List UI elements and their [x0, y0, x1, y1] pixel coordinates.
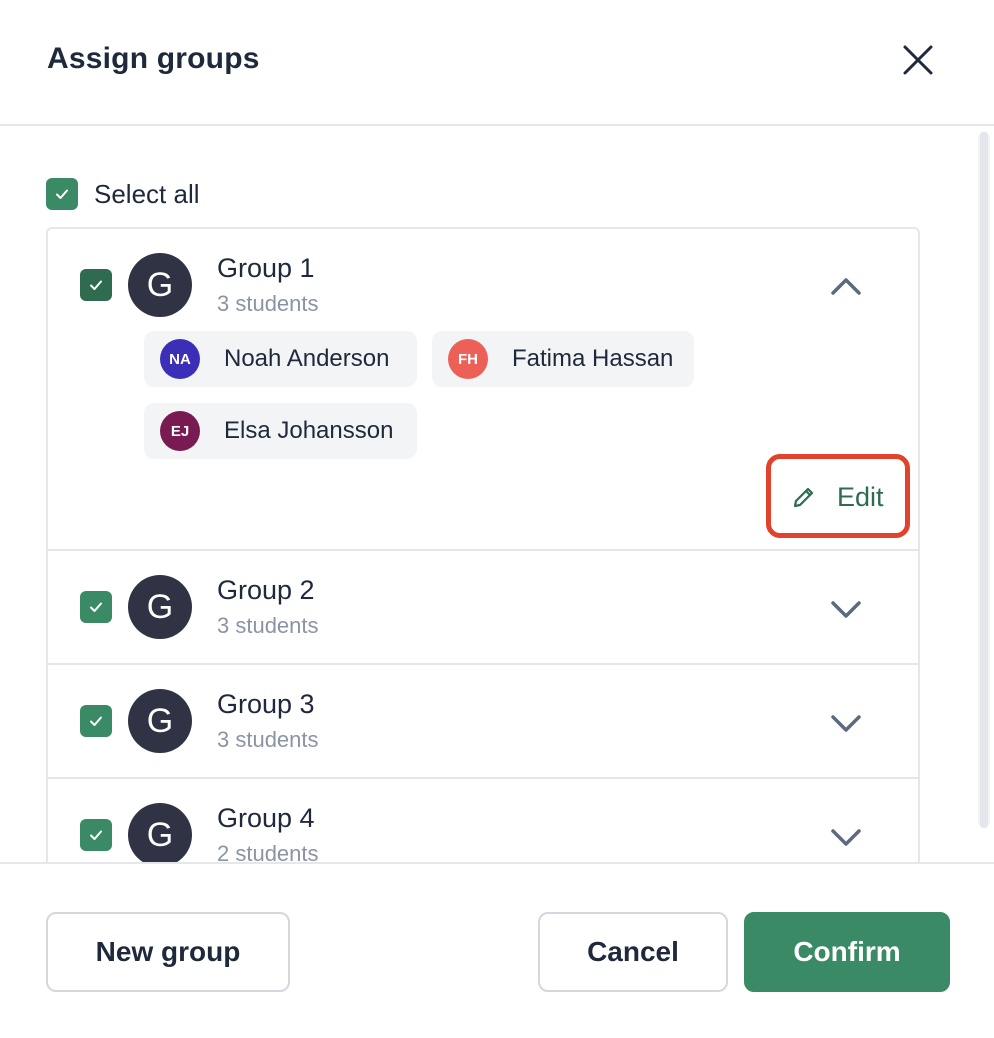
check-icon: [90, 830, 102, 840]
select-all-checkbox[interactable]: Select all: [46, 178, 200, 210]
scrollbar[interactable]: [978, 132, 990, 828]
chevron-down-icon: [831, 715, 861, 732]
scrollbar-thumb[interactable]: [980, 132, 988, 828]
group-name: Group 4: [217, 803, 315, 833]
expand-group-button[interactable]: [826, 817, 866, 857]
edit-highlight: Edit: [766, 454, 910, 538]
dialog-header: Assign groups: [0, 0, 994, 126]
select-all-label: Select all: [94, 178, 200, 209]
group-avatar: G: [128, 689, 192, 753]
group-student-count: 3 students: [217, 727, 319, 752]
student-avatar: NA: [160, 339, 200, 379]
dialog-title: Assign groups: [47, 42, 260, 75]
edit-label: Edit: [837, 481, 884, 512]
expand-group-button[interactable]: [826, 703, 866, 743]
group-student-count: 2 students: [217, 841, 319, 862]
edit-group-button[interactable]: Edit: [791, 479, 884, 515]
group-name: Group 2: [217, 575, 315, 605]
student-avatar: FH: [448, 339, 488, 379]
close-button[interactable]: [896, 38, 940, 82]
group-item: G Group 2 3 students: [48, 551, 918, 665]
new-group-button[interactable]: New group: [46, 912, 290, 992]
group-checkbox[interactable]: [80, 819, 112, 851]
chevron-down-icon: [831, 601, 861, 618]
dialog-body: Select all G Group 1 3 students NA Noah …: [0, 126, 994, 862]
pencil-icon: [793, 487, 814, 508]
student-chip: FH Fatima Hassan: [432, 331, 694, 387]
student-chip: NA Noah Anderson: [144, 331, 417, 387]
dialog-footer: New group Cancel Confirm: [0, 862, 994, 1038]
group-avatar: G: [128, 575, 192, 639]
student-name: Elsa Johansson: [224, 417, 394, 444]
group-item: G Group 1 3 students NA Noah Anderson FH…: [48, 229, 918, 551]
check-icon: [90, 716, 102, 726]
close-icon: [903, 45, 933, 75]
student-name: Fatima Hassan: [512, 345, 674, 372]
group-item: G Group 3 3 students: [48, 665, 918, 779]
group-list: G Group 1 3 students NA Noah Anderson FH…: [46, 227, 920, 862]
check-icon: [90, 602, 102, 612]
student-avatar: EJ: [160, 411, 200, 451]
chevron-up-icon: [831, 278, 861, 295]
group-avatar: G: [128, 253, 192, 317]
group-avatar: G: [128, 803, 192, 862]
group-student-count: 3 students: [217, 613, 319, 638]
student-chip: EJ Elsa Johansson: [144, 403, 417, 459]
collapse-group-button[interactable]: [826, 267, 866, 307]
group-student-count: 3 students: [217, 291, 319, 316]
group-checkbox[interactable]: [80, 705, 112, 737]
student-name: Noah Anderson: [224, 345, 390, 372]
chevron-down-icon: [831, 829, 861, 846]
confirm-button[interactable]: Confirm: [744, 912, 950, 992]
select-all-check[interactable]: [46, 178, 78, 210]
cancel-button[interactable]: Cancel: [538, 912, 728, 992]
group-name: Group 1: [217, 253, 315, 283]
group-checkbox[interactable]: [80, 269, 112, 301]
group-item: G Group 4 2 students: [48, 779, 918, 862]
assign-groups-dialog: Assign groups Select all G Group 1 3 stu…: [0, 0, 994, 1038]
check-icon: [90, 280, 102, 290]
check-icon: [56, 189, 68, 199]
group-checkbox[interactable]: [80, 591, 112, 623]
group-name: Group 3: [217, 689, 315, 719]
expand-group-button[interactable]: [826, 589, 866, 629]
